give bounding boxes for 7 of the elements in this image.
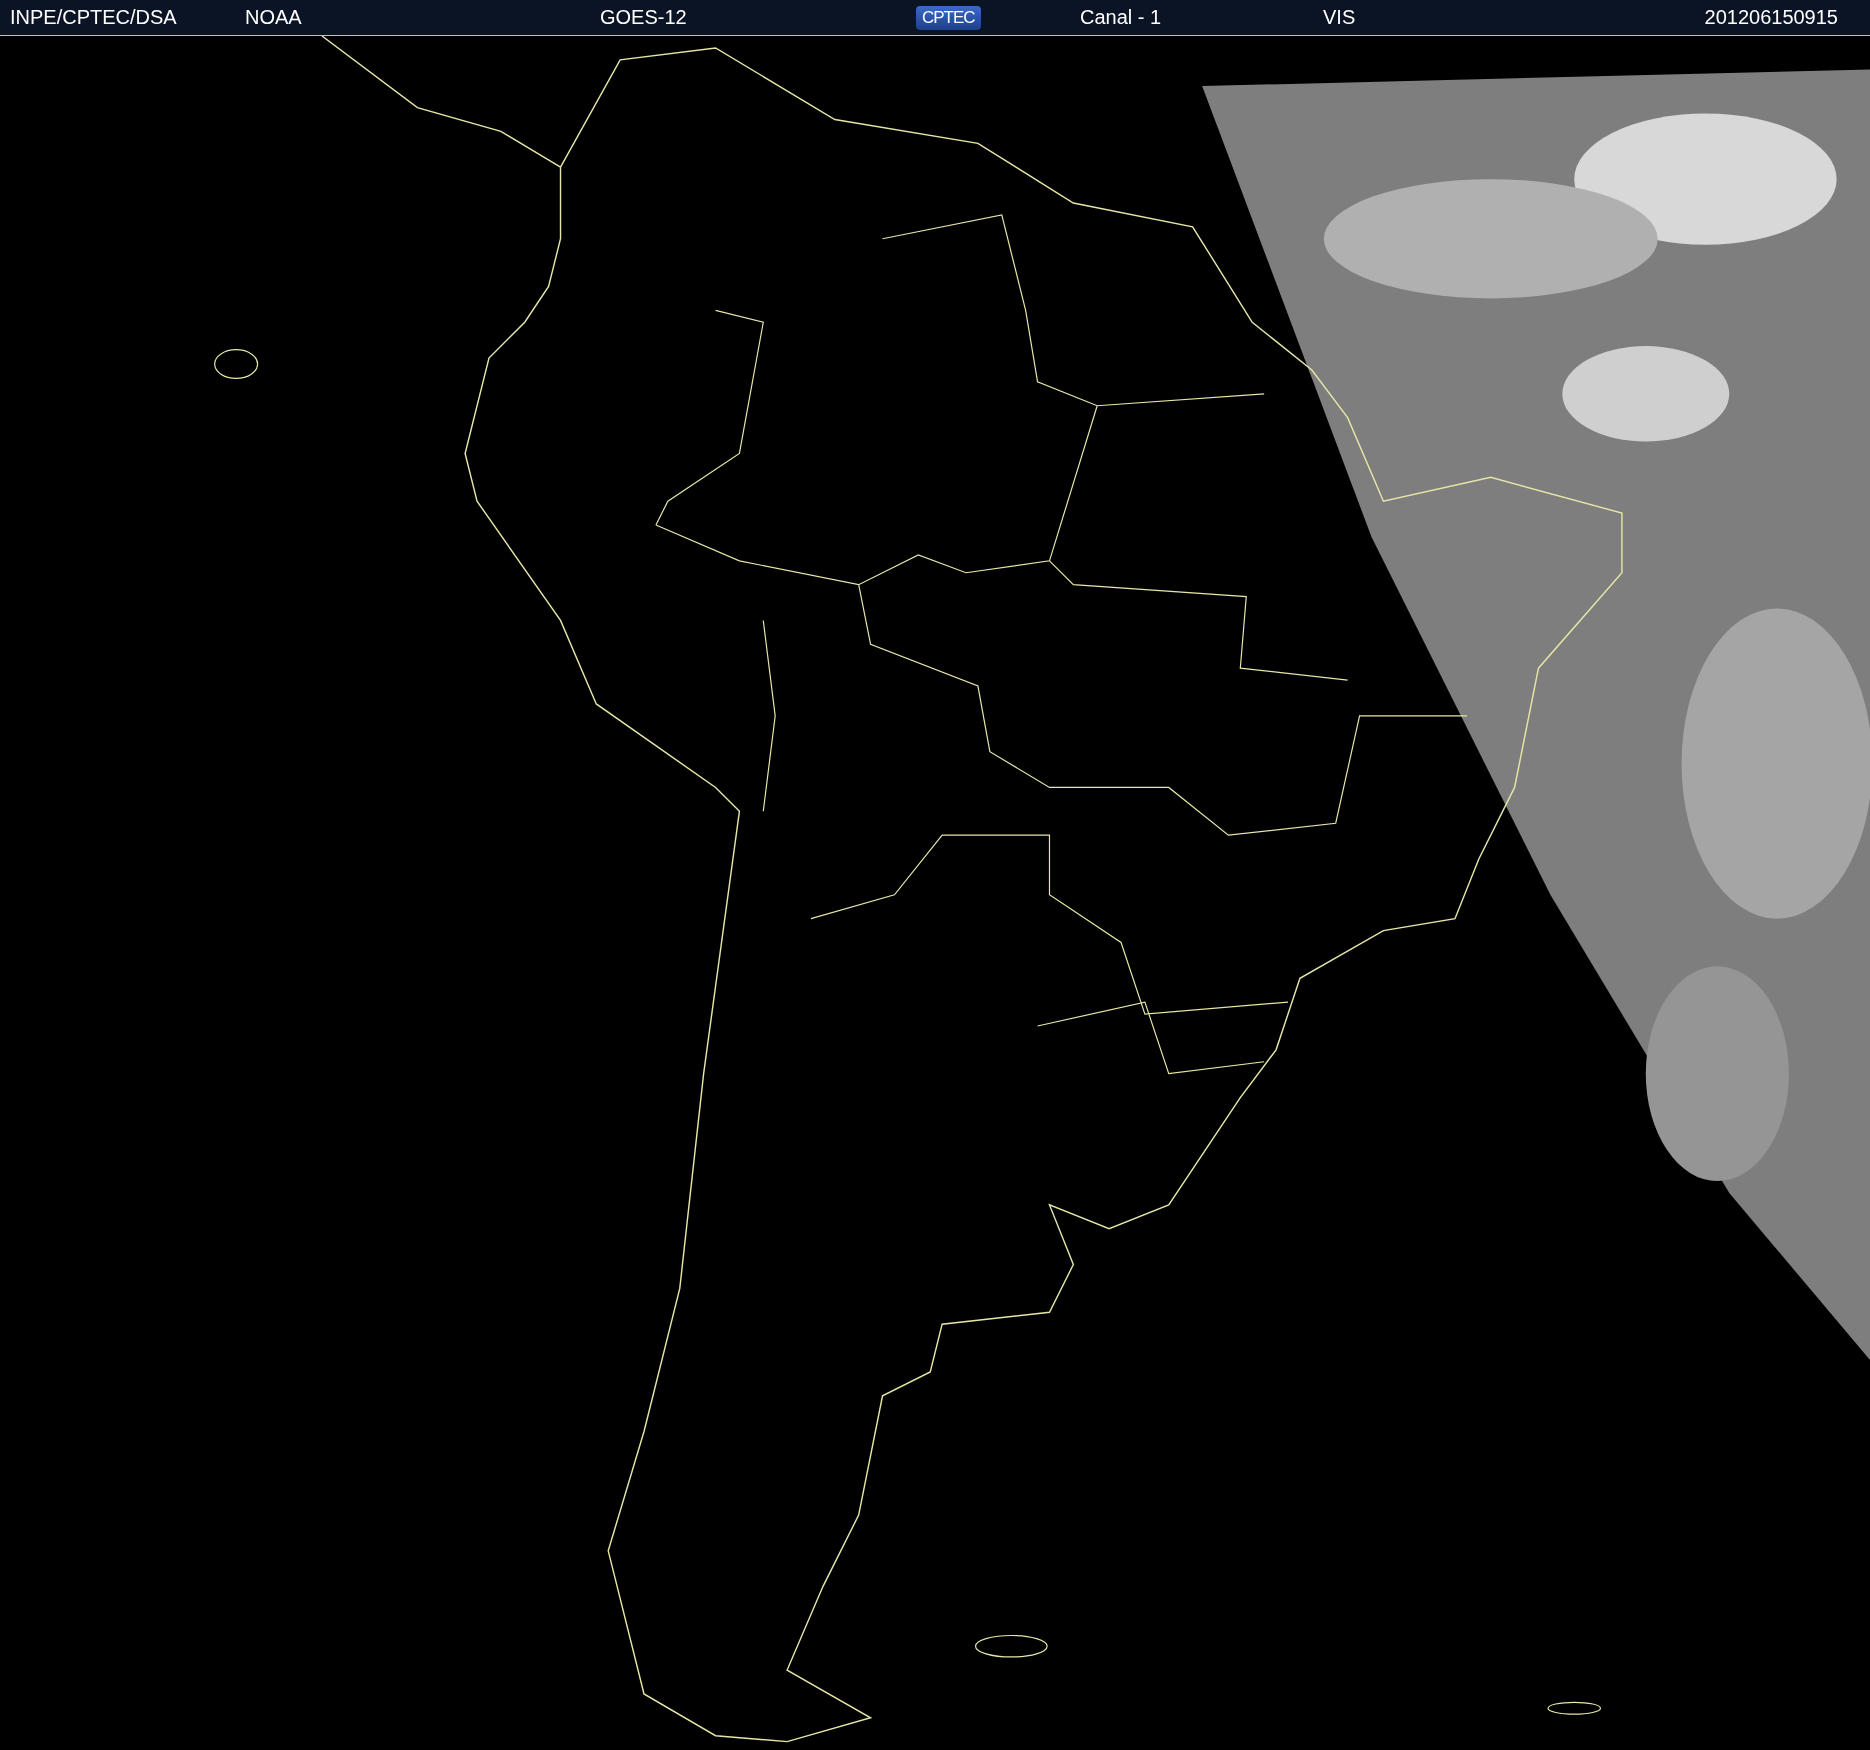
logo: CPTEC [916,5,981,30]
timestamp-label: 201206150915 [1704,6,1838,29]
channel-label: Canal - 1 [1080,6,1163,29]
satellite-label: GOES-12 [600,6,688,29]
agency-label: NOAA [245,6,303,29]
band-label: VIS [1323,6,1357,29]
source-label: INPE/CPTEC/DSA [10,6,178,29]
